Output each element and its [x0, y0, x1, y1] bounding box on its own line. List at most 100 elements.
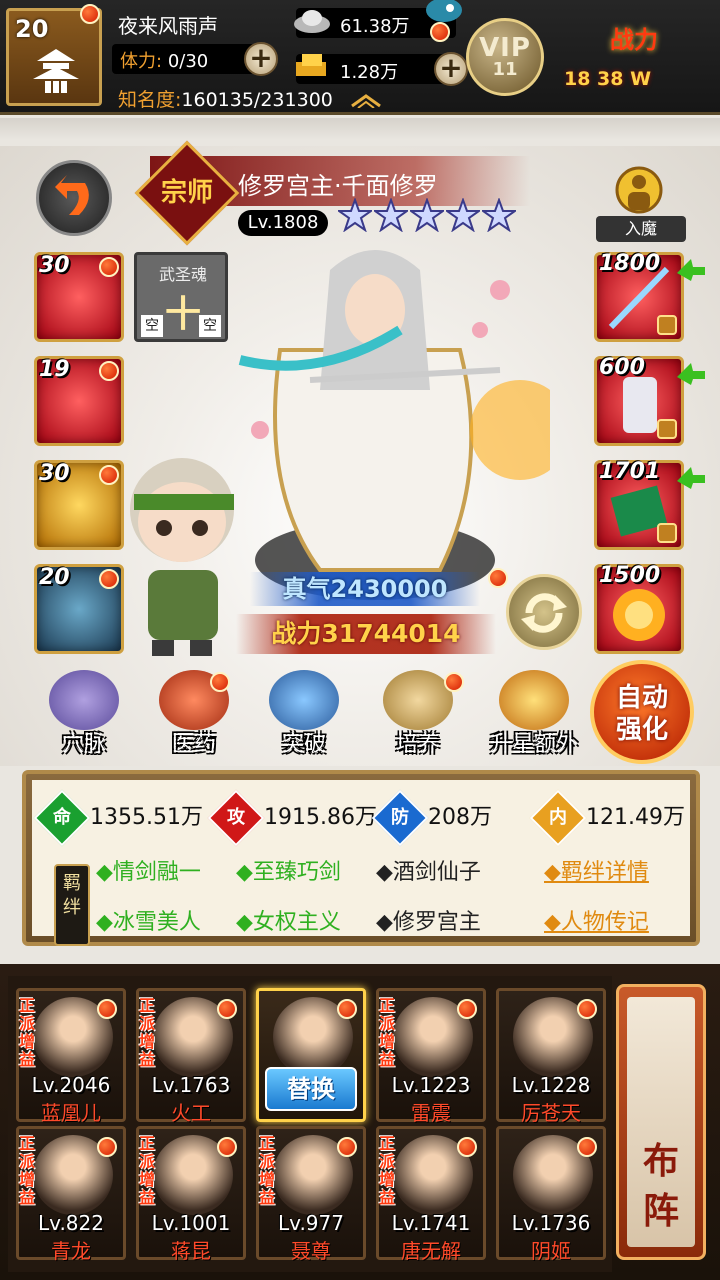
skill-slot-count: 30 [39, 461, 70, 486]
player-name: 夜来风雨声 [118, 14, 218, 38]
stamina-value: 0/30 [167, 51, 209, 72]
roster-card[interactable]: 正派增益 Lv.1763 火工 [136, 988, 246, 1125]
bird-icon [426, 0, 462, 22]
hero-level: Lv.2046 [31, 1073, 111, 1097]
faction-tag: 正派增益 [139, 996, 156, 1069]
star-icon [374, 198, 408, 232]
roster-card[interactable]: Lv.1736 阴姬 [496, 1126, 606, 1263]
demon-mode-icon[interactable] [600, 164, 678, 224]
vip-button[interactable]: VIP 11 [466, 18, 544, 96]
scroll-icon [383, 670, 453, 730]
lineup-label: 布 阵 [619, 1137, 703, 1237]
hero-name: 火工 [171, 1101, 211, 1125]
notification-dot [457, 999, 477, 1019]
star-rating [338, 198, 516, 232]
cultivate-button[interactable]: 培养 [378, 670, 464, 757]
roster-card[interactable]: 正派增益 Lv.1001 蒋昆 [136, 1126, 246, 1263]
roster-card[interactable]: 正派增益 Lv.2046 蓝凰儿 [16, 988, 126, 1125]
fame-label: 知名度: [118, 89, 182, 111]
roster-card[interactable]: 正派增益 Lv.1741 唐无解 [376, 1126, 486, 1263]
demon-mode-label[interactable]: 入魔 [596, 216, 686, 242]
equipment-count: 1800 [599, 251, 661, 276]
hp-badge: 命 [33, 789, 91, 847]
roster-card[interactable]: 正派增益 Lv.1223 雷震 [376, 988, 486, 1125]
faction-tag: 正派增益 [259, 1134, 276, 1207]
meridian-button[interactable]: 穴脉 [44, 670, 124, 757]
silver-amount: 61.38万 [340, 16, 410, 37]
equipment-slot-weapon[interactable]: 1800 [594, 251, 705, 342]
bond-detail-link[interactable]: ◆羁绊详情 [544, 854, 649, 886]
hero-name: 厉苍天 [521, 1101, 581, 1125]
total-power-value: 18 38 W [564, 68, 652, 90]
bond-item[interactable]: ◆修罗宫主 [376, 904, 481, 936]
add-gold-button[interactable]: + [434, 52, 468, 86]
bond-item[interactable]: ◆酒剑仙子 [376, 854, 481, 886]
notification-dot [457, 1137, 477, 1157]
star-icon [446, 198, 480, 232]
skill-slot-4[interactable]: 20 [34, 564, 124, 654]
attack-value: 1915.86万 [264, 805, 377, 830]
ink-strip [0, 118, 720, 140]
hero-level: Lv.1763 [151, 1073, 231, 1097]
attack-badge: 攻 [207, 789, 265, 847]
hero-level: Lv.822 [38, 1211, 104, 1235]
stamina-bar: 体力: 0/30 [112, 44, 262, 74]
breakthrough-button[interactable]: 突破 [264, 670, 344, 757]
bond-item[interactable]: ◆女权主义 [236, 904, 341, 936]
star-icon [410, 198, 444, 232]
skill-slot-2[interactable]: 19 [34, 356, 124, 446]
stat-attack: 攻 1915.86万 [207, 789, 377, 847]
lineup-button[interactable]: 布 阵 [616, 984, 706, 1260]
bond-item[interactable]: ◆至臻巧剑 [236, 854, 341, 886]
cultivate-label: 培养 [395, 732, 440, 757]
roster-card[interactable]: 正派增益 Lv.977 聂尊 [256, 1126, 366, 1263]
refresh-icon [521, 593, 567, 633]
hero-level: Lv.1736 [511, 1211, 591, 1235]
back-arrow-icon [55, 175, 89, 215]
notification-dot [210, 672, 230, 692]
roster-card[interactable]: 正派增益 Lv.822 青龙 [16, 1126, 126, 1263]
roster-card[interactable]: Lv.1228 厉苍天 [496, 988, 606, 1125]
lineup-line2: 阵 [642, 1191, 679, 1232]
hero-level: Lv.1228 [511, 1073, 591, 1097]
hero-name: 青龙 [51, 1239, 91, 1263]
meridian-icon [49, 670, 119, 730]
biography-link[interactable]: ◆人物传记 [544, 904, 649, 936]
star-upgrade-icon [499, 670, 569, 730]
bond-tag: 羁绊 [54, 864, 90, 946]
notification-dot [97, 999, 117, 1019]
total-power-banner: 战力 18 38 W [560, 14, 716, 100]
skill-slot-3[interactable]: 30 [34, 460, 124, 550]
hero-name: 修罗宫主·千面修罗 [238, 172, 438, 200]
hero-level: Lv.1741 [391, 1211, 471, 1235]
lineup-line1: 布 [642, 1141, 679, 1182]
faction-tag: 正派增益 [19, 996, 36, 1069]
bond-item[interactable]: ◆情剑融一 [96, 854, 201, 886]
silver-ingot-icon [294, 10, 330, 33]
notification-dot [217, 999, 237, 1019]
refresh-button[interactable] [506, 574, 582, 650]
chevron-up-icon[interactable] [350, 92, 382, 108]
faction-tag: 正派增益 [379, 1134, 396, 1207]
notification-dot [577, 999, 597, 1019]
inner-power-badge: 内 [529, 789, 587, 847]
equipment-slot-armor[interactable]: 600 [594, 355, 705, 446]
upgrade-arrow-icon [677, 467, 705, 489]
back-button[interactable] [36, 160, 112, 236]
gem-icon [657, 315, 677, 335]
star-upgrade-extra-button[interactable]: 升星额外 [484, 670, 584, 757]
auto-strengthen-line1: 自动 [615, 683, 668, 713]
skill-slot-1[interactable]: 30 [34, 252, 124, 342]
faction-tag: 正派增益 [19, 1134, 36, 1207]
auto-strengthen-line2: 强化 [615, 715, 668, 745]
replace-button[interactable]: 替换 [265, 1067, 357, 1111]
stat-defense: 防 208万 [371, 789, 492, 847]
add-stamina-button[interactable]: + [244, 42, 278, 76]
equipment-slot-mount[interactable]: 1500 [594, 563, 684, 654]
equipment-slot-book[interactable]: 1701 [594, 459, 705, 550]
medicine-button[interactable]: 医药 [154, 670, 234, 757]
player-level: 20 [15, 15, 49, 43]
auto-strengthen-button[interactable]: 自动 强化 [590, 660, 694, 764]
roster-card[interactable]: 替换 [256, 988, 366, 1122]
bond-item[interactable]: ◆冰雪美人 [96, 904, 201, 936]
